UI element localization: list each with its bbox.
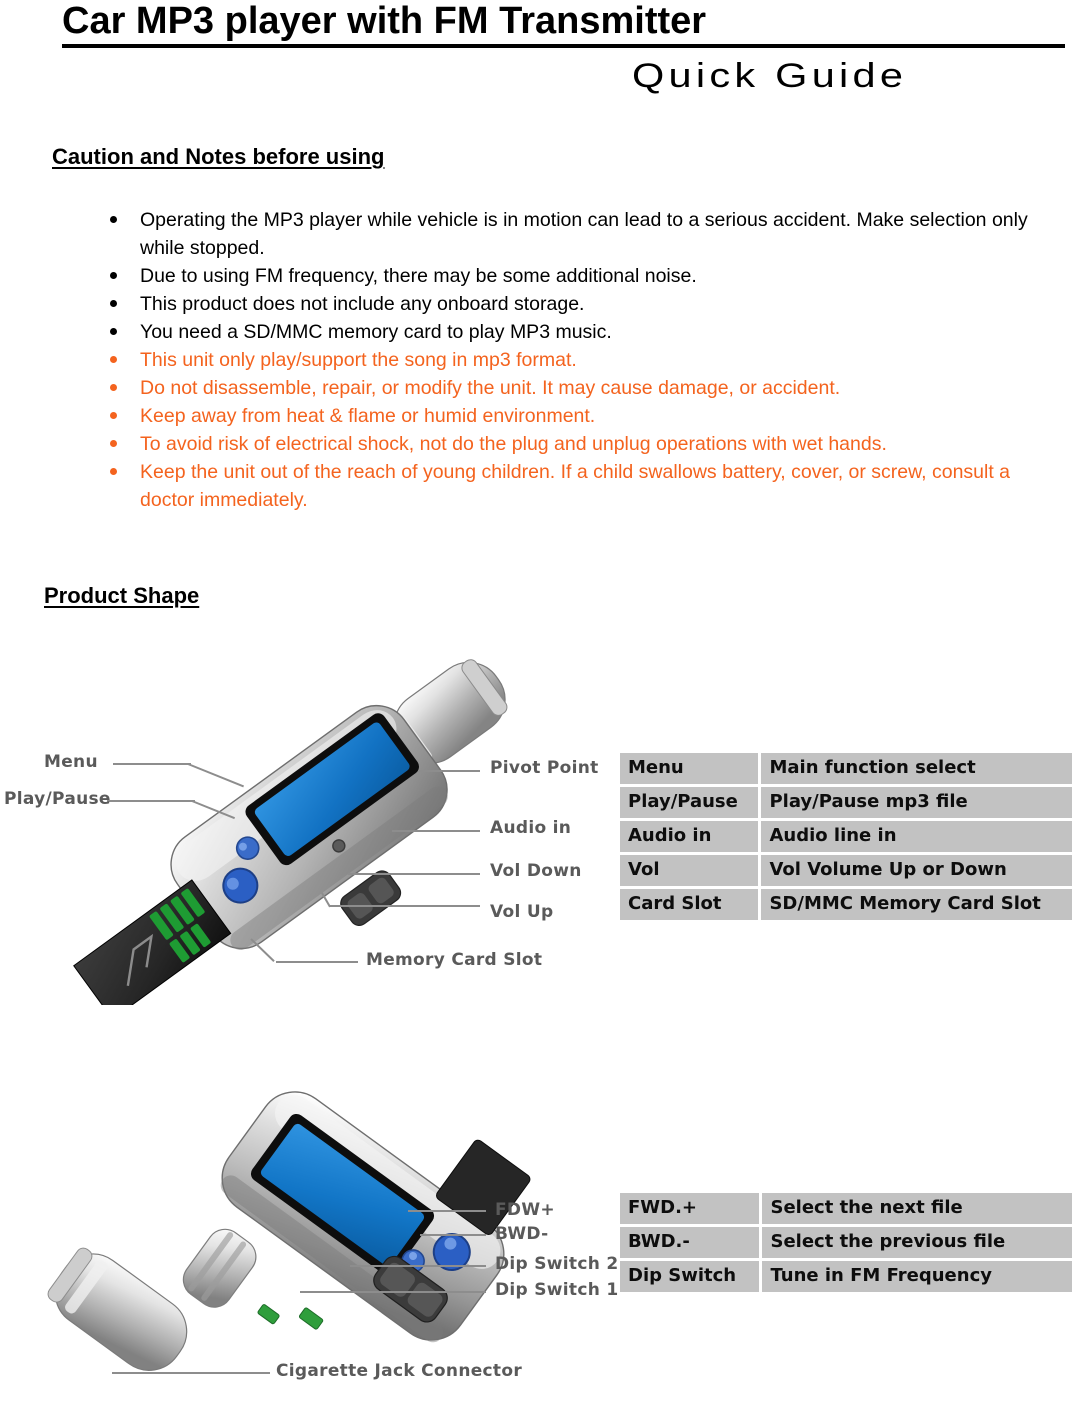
- bullet-icon: [110, 272, 117, 279]
- table-row: Play/Pause Play/Pause mp3 file: [620, 787, 1072, 818]
- page-title: Car MP3 player with FM Transmitter: [62, 0, 707, 42]
- caution-item-text: You need a SD/MMC memory card to play MP…: [140, 321, 612, 343]
- callout-audio-in: Audio in: [490, 818, 572, 838]
- callout-vol-down: Vol Down: [490, 861, 582, 881]
- bullet-icon: [110, 328, 117, 335]
- callout-vol-up: Vol Up: [490, 902, 554, 922]
- caution-item: Operating the MP3 player while vehicle i…: [106, 206, 1066, 262]
- table-cell-key: Play/Pause: [620, 787, 759, 818]
- caution-item-text: Operating the MP3 player while vehicle i…: [140, 209, 1028, 259]
- caution-item-text: Keep the unit out of the reach of young …: [140, 461, 1011, 511]
- table-row: Card Slot SD/MMC Memory Card Slot: [620, 889, 1072, 920]
- table-row: Menu Main function select: [620, 753, 1072, 784]
- table-cell-key: FWD.+: [620, 1193, 760, 1224]
- leader-pivot-point: [418, 770, 480, 772]
- caution-item: This unit only play/support the song in …: [106, 346, 1066, 374]
- callout-dip-switch-2: Dip Switch 2: [495, 1254, 619, 1274]
- caution-item-text: To avoid risk of electrical shock, not d…: [140, 433, 887, 455]
- leader-vol-down: [348, 873, 480, 875]
- caution-item: You need a SD/MMC memory card to play MP…: [106, 318, 1066, 346]
- caution-item: Due to using FM frequency, there may be …: [106, 262, 1066, 290]
- document-subtitle: Quick Guide: [632, 57, 908, 95]
- bullet-icon: [110, 216, 117, 223]
- callout-fdw-plus: FDW+: [495, 1200, 555, 1220]
- leader-memory-card-slot: [276, 961, 358, 963]
- leader-vol-up: [330, 905, 480, 907]
- callout-memory-card-slot: Memory Card Slot: [366, 950, 543, 970]
- leader-audio-in: [392, 830, 480, 832]
- caution-item-text: Due to using FM frequency, there may be …: [140, 265, 697, 287]
- callout-menu: Menu: [44, 752, 98, 772]
- bullet-icon: [110, 384, 117, 391]
- caution-item: Do not disassemble, repair, or modify th…: [106, 374, 1066, 402]
- table-cell-value: Vol Volume Up or Down: [761, 855, 1072, 886]
- leader-fdw-plus: [408, 1210, 486, 1212]
- table-row: Audio in Audio line in: [620, 821, 1072, 852]
- product-shape-area: Menu Play/Pause Pivot Point Audio in Vol…: [0, 620, 1075, 1403]
- leader-cigarette-jack: [112, 1372, 270, 1374]
- table-cell-value: Select the previous file: [762, 1227, 1072, 1258]
- table-cell-key: BWD.-: [620, 1227, 760, 1258]
- table-cell-key: Audio in: [620, 821, 759, 852]
- caution-item: Keep away from heat & flame or humid env…: [106, 402, 1066, 430]
- caution-item-text: Keep away from heat & flame or humid env…: [140, 405, 596, 427]
- document-header: Car MP3 player with FM Transmitter Quick…: [0, 0, 1075, 115]
- callout-pivot-point: Pivot Point: [490, 758, 599, 778]
- leader-dip-switch-1: [300, 1291, 486, 1293]
- bullet-icon: [110, 440, 117, 447]
- product-illustration-top: [73, 659, 508, 1005]
- function-table-bottom: FWD.+ Select the next file BWD.- Select the…: [617, 1190, 1075, 1295]
- title-divider: [62, 44, 1065, 48]
- leader-menu: [113, 763, 191, 765]
- caution-item-text: Do not disassemble, repair, or modify th…: [140, 377, 841, 399]
- caution-item: To avoid risk of electrical shock, not d…: [106, 430, 1066, 458]
- function-table-bottom-body: FWD.+ Select the next file BWD.- Select the…: [620, 1193, 1072, 1292]
- callout-cigarette-jack-connector: Cigarette Jack Connector: [276, 1361, 523, 1381]
- bullet-icon: [110, 356, 117, 363]
- table-cell-value: Audio line in: [761, 821, 1072, 852]
- table-cell-value: Main function select: [761, 753, 1072, 784]
- function-table-top: Menu Main function select Play/Pause Play/P…: [617, 750, 1075, 923]
- callout-dip-switch-1: Dip Switch 1: [495, 1280, 619, 1300]
- leader-play-pause: [107, 800, 195, 802]
- table-cell-value: Select the next file: [762, 1193, 1072, 1224]
- table-cell-key: Dip Switch: [620, 1261, 760, 1292]
- table-cell-value: Play/Pause mp3 file: [761, 787, 1072, 818]
- table-cell-key: Vol: [620, 855, 759, 886]
- leader-dip-switch-2: [350, 1265, 486, 1267]
- table-cell-key: Menu: [620, 753, 759, 784]
- table-cell-value: SD/MMC Memory Card Slot: [761, 889, 1072, 920]
- table-cell-value: Tune in FM Frequency: [762, 1261, 1072, 1292]
- caution-item: Keep the unit out of the reach of young …: [106, 458, 1066, 514]
- table-row: Vol Vol Volume Up or Down: [620, 855, 1072, 886]
- function-table-top-body: Menu Main function select Play/Pause Play/P…: [620, 753, 1072, 920]
- bullet-icon: [110, 300, 117, 307]
- table-row: FWD.+ Select the next file: [620, 1193, 1072, 1224]
- caution-item: This product does not include any onboar…: [106, 290, 1066, 318]
- callout-bwd-minus: BWD-: [495, 1224, 549, 1244]
- table-row: Dip Switch Tune in FM Frequency: [620, 1261, 1072, 1292]
- product-shape-heading: Product Shape: [44, 583, 200, 608]
- caution-section-heading: Caution and Notes before using: [52, 144, 385, 169]
- table-row: BWD.- Select the previous file: [620, 1227, 1072, 1258]
- leader-bwd-minus: [420, 1234, 486, 1236]
- caution-item-text: This unit only play/support the song in …: [140, 349, 577, 371]
- bullet-icon: [110, 412, 117, 419]
- caution-notes-list: Operating the MP3 player while vehicle i…: [106, 206, 1066, 514]
- caution-item-text: This product does not include any onboar…: [140, 293, 585, 315]
- table-cell-key: Card Slot: [620, 889, 759, 920]
- bullet-icon: [110, 468, 117, 475]
- callout-play-pause: Play/Pause: [4, 789, 111, 809]
